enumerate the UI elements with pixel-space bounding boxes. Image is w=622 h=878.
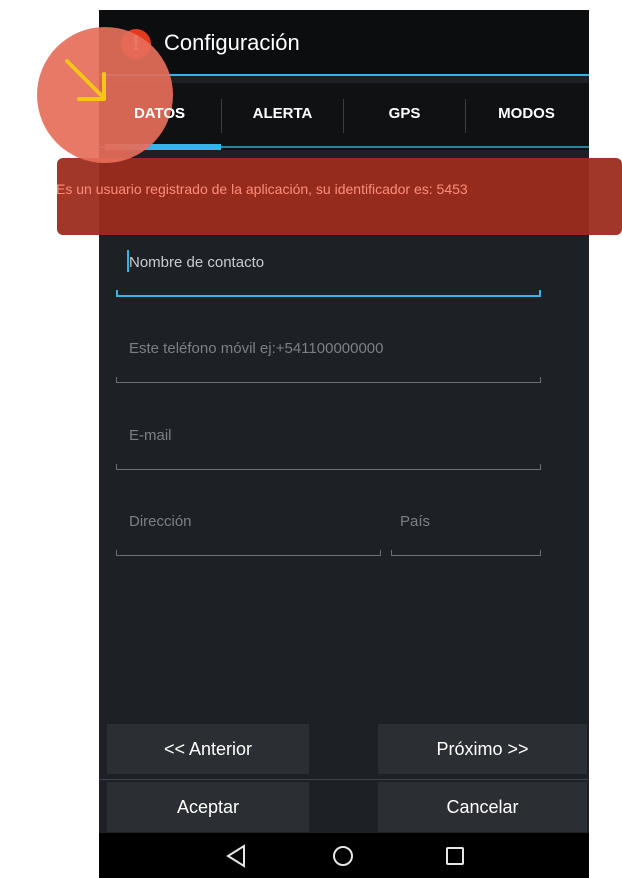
mobile-input[interactable]: Este teléfono móvil ej:+541100000000 [129,340,384,357]
home-circle-icon[interactable] [330,842,356,870]
country-tick-left [391,550,392,555]
tab-alerta[interactable]: ALERTA [222,83,343,150]
cancel-button[interactable]: Cancelar [378,782,587,832]
email-input[interactable]: E-mail [129,427,172,444]
country-input[interactable]: País [400,513,430,530]
previous-button[interactable]: << Anterior [107,724,309,774]
app-title: Configuración [164,30,300,55]
mobile-tick-left [116,377,117,382]
address-tick-right [380,550,381,555]
system-nav-bar [99,833,589,878]
email-underline [116,469,541,470]
tab-gps[interactable]: GPS [344,83,465,150]
country-tick-right [540,550,541,555]
next-button[interactable]: Próximo >> [378,724,587,774]
tab-datos-highlight-label: DATOS [133,105,186,122]
accept-button[interactable]: Aceptar [107,782,309,832]
contact-name-underline [116,295,541,297]
address-underline [116,555,381,556]
contact-name-tick-right [539,290,541,296]
registration-notice-text: Es un usuario registrado de la aplicació… [56,181,468,197]
mobile-tick-right [540,377,541,382]
recents-square-icon[interactable] [442,842,468,870]
email-tick-right [540,464,541,469]
action-bar: ! Configuración [99,10,589,76]
button-divider [99,779,589,780]
mobile-underline [116,382,541,383]
tab-modos[interactable]: MODOS [466,83,587,150]
contact-name-tick-left [116,290,118,296]
address-tick-left [116,550,117,555]
email-tick-left [116,464,117,469]
contact-name-input[interactable]: Nombre de contacto [129,254,264,271]
country-underline [391,555,541,556]
address-input[interactable]: Dirección [129,513,192,530]
back-triangle-icon[interactable] [223,842,249,870]
